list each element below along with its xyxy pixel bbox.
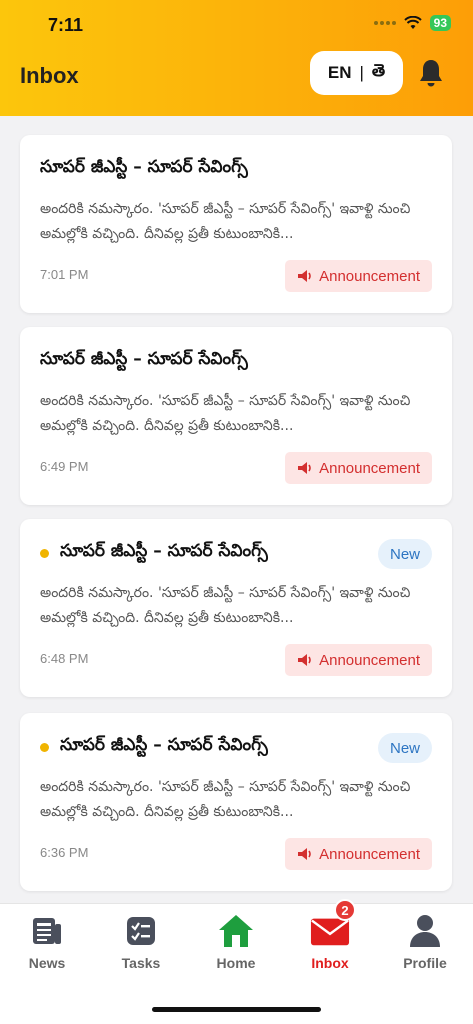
message-preview: అందరికి నమస్కారం. 'సూపర్ జీఎస్టీ – సూపర్…	[40, 779, 411, 820]
tag-label: Announcement	[319, 845, 420, 863]
message-title: సూపర్ జీఎస్టీ – సూపర్ సేవింగ్స్	[60, 541, 268, 561]
message-card[interactable]: సూపర్ జీఎస్టీ – సూపర్ సేవింగ్స్ అందరికి …	[20, 135, 452, 313]
announcement-tag: Announcement	[285, 452, 432, 484]
tab-tasks[interactable]: Tasks	[94, 904, 188, 984]
language-toggle[interactable]: EN | తె	[310, 51, 403, 95]
announcement-tag: Announcement	[285, 644, 432, 676]
megaphone-icon	[298, 654, 311, 666]
tasks-icon	[121, 911, 161, 951]
megaphone-icon	[298, 270, 311, 282]
message-title: సూపర్ జీఎస్టీ – సూపర్ సేవింగ్స్	[40, 349, 248, 369]
message-preview: అందరికి నమస్కారం. 'సూపర్ జీఎస్టీ – సూపర్…	[40, 585, 411, 626]
message-preview: అందరికి నమస్కారం. 'సూపర్ జీఎస్టీ – సూపర్…	[40, 393, 411, 434]
tag-label: Announcement	[319, 459, 420, 477]
home-icon	[216, 911, 256, 951]
message-card[interactable]: సూపర్ జీఎస్టీ – సూపర్ సేవింగ్స్ New అందర…	[20, 713, 452, 891]
lang-en-option[interactable]: EN	[328, 63, 352, 83]
newspaper-icon	[27, 911, 67, 951]
status-time: 7:11	[48, 15, 84, 35]
lang-divider: |	[359, 63, 364, 82]
message-time: 7:01 PM	[40, 267, 89, 282]
new-badge: New	[377, 539, 432, 569]
status-indicators: 93	[373, 15, 451, 31]
megaphone-icon	[298, 462, 311, 474]
announcement-tag: Announcement	[285, 260, 432, 292]
inbox-count-badge: 2	[334, 899, 356, 921]
bottom-tab-bar: News Tasks Home 2 Inbox Profile	[0, 899, 473, 1024]
message-time: 6:48 PM	[40, 651, 89, 666]
home-indicator	[152, 1007, 321, 1012]
message-preview: అందరికి నమస్కారం. 'సూపర్ జీఎస్టీ – సూపర్…	[40, 201, 411, 242]
new-badge: New	[377, 733, 432, 763]
message-card[interactable]: సూపర్ జీఎస్టీ – సూపర్ సేవింగ్స్ New అందర…	[20, 519, 452, 697]
tag-label: Announcement	[319, 267, 420, 285]
tab-label: Inbox	[311, 955, 349, 971]
tab-home[interactable]: Home	[189, 904, 283, 984]
cellular-signal-icon	[373, 21, 396, 25]
tag-label: Announcement	[319, 651, 420, 669]
tab-profile[interactable]: Profile	[378, 904, 472, 984]
tab-news[interactable]: News	[0, 904, 94, 984]
page-title: Inbox	[20, 63, 79, 88]
battery-icon: 93	[429, 15, 451, 31]
announcement-tag: Announcement	[285, 838, 432, 870]
message-card[interactable]: సూపర్ జీఎస్టీ – సూపర్ సేవింగ్స్ అందరికి …	[20, 327, 452, 505]
unread-dot-icon	[40, 549, 49, 558]
message-time: 6:36 PM	[40, 845, 89, 860]
app-header: 7:11 93 Inbox EN | తె	[0, 0, 473, 116]
unread-dot-icon	[40, 743, 49, 752]
message-title: సూపర్ జీఎస్టీ – సూపర్ సేవింగ్స్	[60, 735, 268, 755]
tab-inbox[interactable]: 2 Inbox	[283, 899, 377, 984]
lang-te-option[interactable]: తె	[372, 61, 385, 85]
message-title: సూపర్ జీఎస్టీ – సూపర్ సేవింగ్స్	[40, 157, 248, 177]
profile-icon	[405, 911, 445, 951]
mail-icon: 2	[310, 899, 356, 951]
megaphone-icon	[298, 848, 311, 860]
tab-label: Tasks	[121, 955, 161, 971]
bell-icon[interactable]	[418, 58, 444, 88]
wifi-icon	[403, 16, 422, 29]
tab-label: Profile	[403, 955, 447, 971]
message-time: 6:49 PM	[40, 459, 89, 474]
tab-label: Home	[216, 955, 256, 971]
tab-label: News	[28, 955, 66, 971]
